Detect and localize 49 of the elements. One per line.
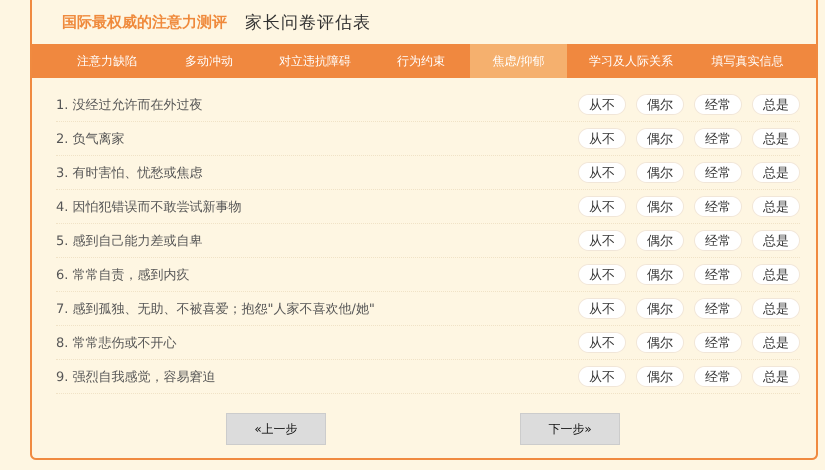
answer-option[interactable]: 总是 bbox=[752, 128, 800, 149]
answer-option[interactable]: 经常 bbox=[694, 128, 742, 149]
answer-option[interactable]: 从不 bbox=[578, 264, 626, 285]
question-text: 5. 感到自己能力差或自卑 bbox=[56, 232, 204, 250]
answer-option[interactable]: 总是 bbox=[752, 196, 800, 217]
question-text: 1. 没经过允许而在外过夜 bbox=[56, 96, 204, 114]
question-text: 2. 负气离家 bbox=[56, 130, 126, 148]
answer-option[interactable]: 总是 bbox=[752, 94, 800, 115]
answer-option[interactable]: 经常 bbox=[694, 196, 742, 217]
answer-option[interactable]: 偶尔 bbox=[636, 332, 684, 353]
answer-option[interactable]: 偶尔 bbox=[636, 94, 684, 115]
question-text: 9. 强烈自我感觉，容易窘迫 bbox=[56, 368, 217, 386]
answer-option[interactable]: 总是 bbox=[752, 230, 800, 251]
answer-option[interactable]: 从不 bbox=[578, 196, 626, 217]
answer-option[interactable]: 偶尔 bbox=[636, 128, 684, 149]
answer-option[interactable]: 总是 bbox=[752, 366, 800, 387]
question-text: 7. 感到孤独、无助、不被喜爱；抱怨"人家不喜欢他/她" bbox=[56, 300, 376, 318]
answer-option[interactable]: 从不 bbox=[578, 298, 626, 319]
question-text: 6. 常常自责，感到内疚 bbox=[56, 266, 191, 284]
answer-option[interactable]: 经常 bbox=[694, 298, 742, 319]
answer-option[interactable]: 经常 bbox=[694, 162, 742, 183]
previous-button[interactable]: «上一步 bbox=[226, 413, 326, 445]
answer-option[interactable]: 总是 bbox=[752, 162, 800, 183]
page-title: 家长问卷评估表 bbox=[245, 12, 371, 34]
answer-option[interactable]: 经常 bbox=[694, 264, 742, 285]
answer-option[interactable]: 从不 bbox=[578, 230, 626, 251]
question-text: 8. 常常悲伤或不开心 bbox=[56, 334, 178, 352]
answer-option[interactable]: 偶尔 bbox=[636, 162, 684, 183]
answer-option[interactable]: 从不 bbox=[578, 162, 626, 183]
answer-option[interactable]: 从不 bbox=[578, 332, 626, 353]
answer-option[interactable]: 经常 bbox=[694, 332, 742, 353]
answer-option[interactable]: 从不 bbox=[578, 94, 626, 115]
answer-option[interactable]: 偶尔 bbox=[636, 264, 684, 285]
answer-option[interactable]: 偶尔 bbox=[636, 196, 684, 217]
answer-option[interactable]: 总是 bbox=[752, 298, 800, 319]
answer-option[interactable]: 总是 bbox=[752, 332, 800, 353]
answer-option[interactable]: 经常 bbox=[694, 94, 742, 115]
answer-option[interactable]: 偶尔 bbox=[636, 366, 684, 387]
answer-option[interactable]: 从不 bbox=[578, 366, 626, 387]
answer-option[interactable]: 偶尔 bbox=[636, 298, 684, 319]
question-text: 4. 因怕犯错误而不敢尝试新事物 bbox=[56, 198, 243, 216]
next-button[interactable]: 下一步» bbox=[520, 413, 620, 445]
answer-option[interactable]: 从不 bbox=[578, 128, 626, 149]
answer-option[interactable]: 偶尔 bbox=[636, 230, 684, 251]
answer-option[interactable]: 经常 bbox=[694, 230, 742, 251]
answer-option[interactable]: 经常 bbox=[694, 366, 742, 387]
brand-title: 国际最权威的注意力测评 bbox=[62, 12, 227, 32]
question-text: 3. 有时害怕、忧愁或焦虑 bbox=[56, 164, 204, 182]
answer-option[interactable]: 总是 bbox=[752, 264, 800, 285]
